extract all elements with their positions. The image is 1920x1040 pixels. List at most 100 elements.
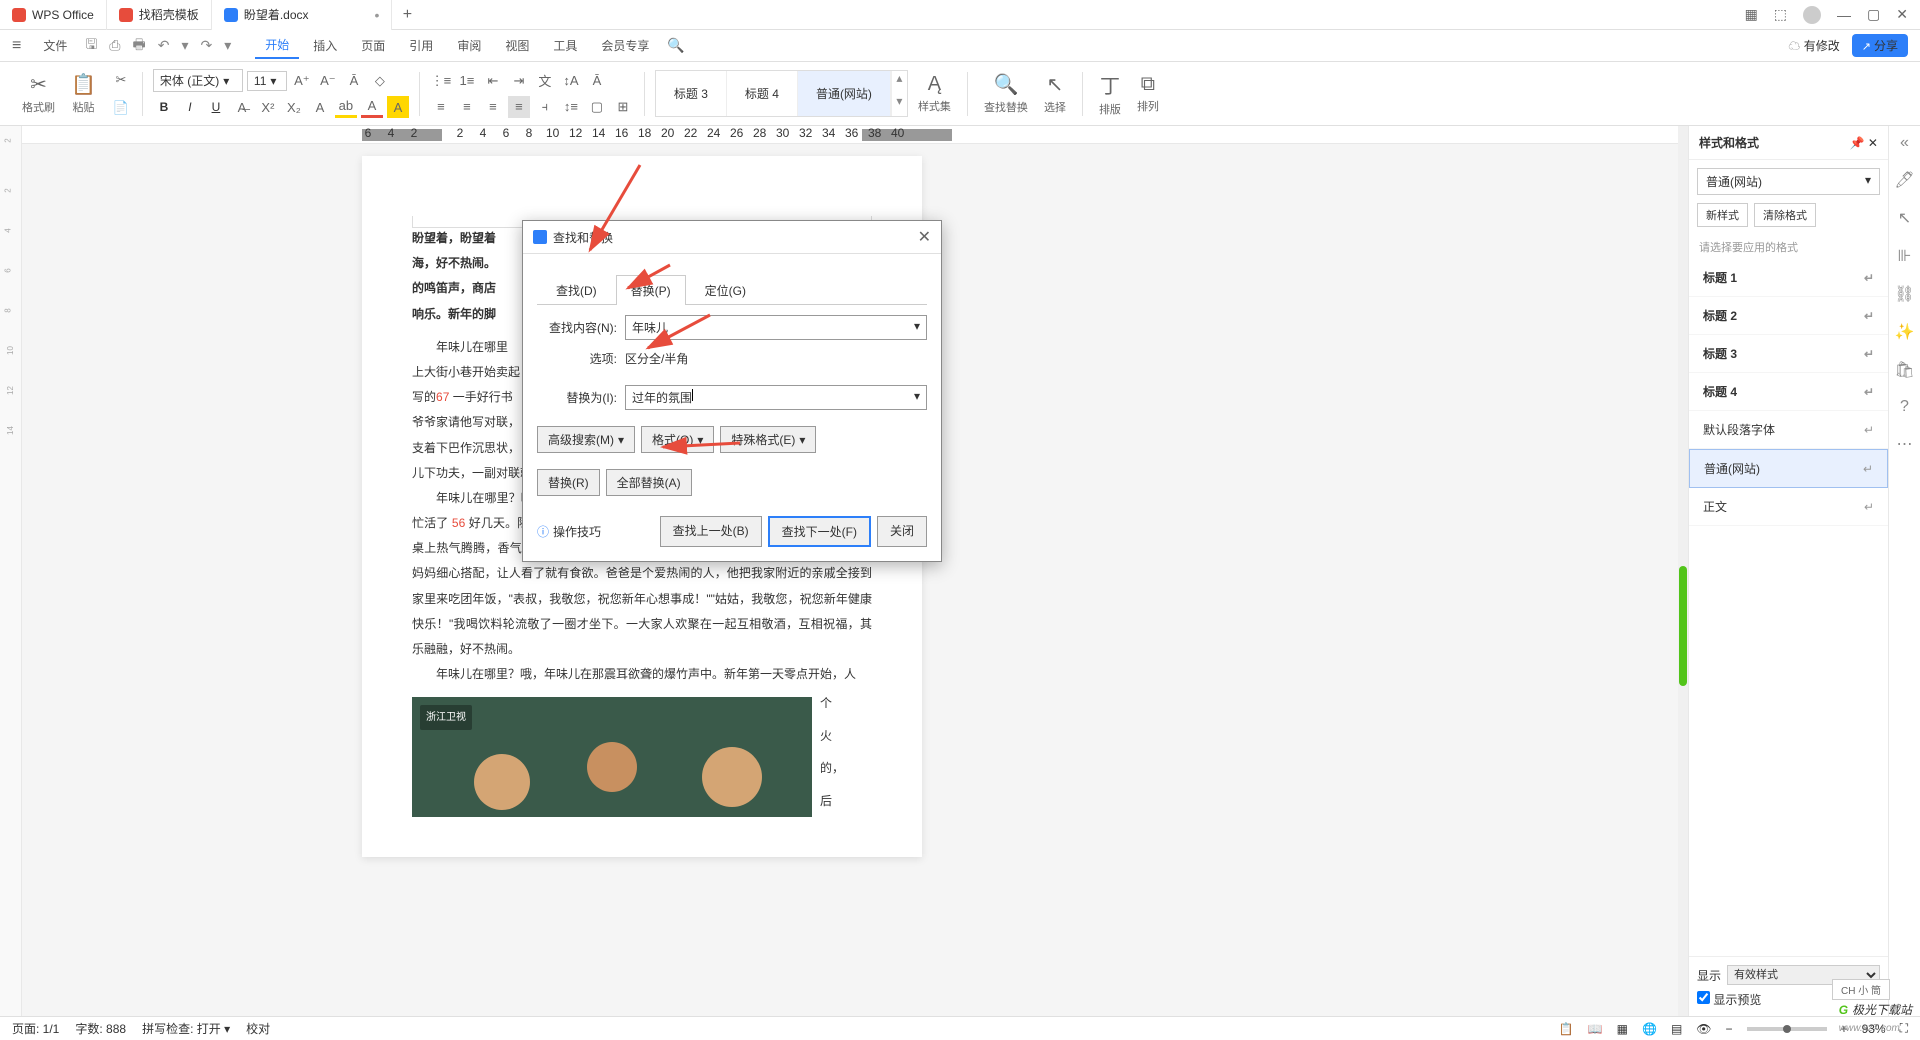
cursor-icon[interactable]: ↖ <box>1898 208 1911 228</box>
embedded-video[interactable]: 浙江卫视 <box>412 697 812 817</box>
replace-button[interactable]: 替换(R) <box>537 469 600 496</box>
eye-icon[interactable]: 👁 <box>1696 1022 1711 1036</box>
reading-view-icon[interactable]: 📖 <box>1588 1022 1603 1036</box>
replace-all-button[interactable]: 全部替换(A) <box>606 469 692 496</box>
word-count[interactable]: 字数: 888 <box>75 1020 126 1037</box>
tab-wps-home[interactable]: WPS Office <box>0 0 107 30</box>
text-effects-icon[interactable]: A <box>309 96 331 118</box>
paste-mode-icon[interactable]: 📋 <box>1559 1022 1574 1036</box>
preview-checkbox[interactable]: 显示预览 <box>1697 993 1761 1007</box>
search-icon[interactable]: 🔍 <box>663 33 688 58</box>
current-style-dropdown[interactable]: 普通(网站)▾ <box>1697 168 1880 195</box>
font-size-select[interactable]: 11▾ <box>247 71 287 91</box>
close-button[interactable]: ✕ <box>1896 6 1908 23</box>
spell-check-status[interactable]: 拼写检查: 打开 ▾ <box>142 1020 230 1037</box>
tab-replace[interactable]: 替换(P) <box>616 275 686 305</box>
web-layout-icon[interactable]: 🌐 <box>1642 1022 1657 1036</box>
tab-find[interactable]: 查找(D) <box>541 275 612 305</box>
menu-page[interactable]: 页面 <box>351 33 395 58</box>
share-button[interactable]: ↗ 分享 <box>1852 34 1908 57</box>
align-center-icon[interactable]: ≡ <box>456 96 478 118</box>
borders-icon[interactable]: ⊞ <box>612 96 634 118</box>
find-replace-group[interactable]: 🔍查找替换 <box>978 72 1034 115</box>
spacing-icon[interactable]: ↕≡ <box>560 96 582 118</box>
superscript-icon[interactable]: X² <box>257 96 279 118</box>
menu-tools[interactable]: 工具 <box>543 33 587 58</box>
find-next-button[interactable]: 查找下一处(F) <box>768 516 871 547</box>
font-color-icon[interactable]: A <box>361 96 383 118</box>
tab-templates[interactable]: 找稻壳模板 <box>107 0 212 30</box>
special-format-button[interactable]: 特殊格式(E) ▾ <box>720 426 816 453</box>
style-item[interactable]: 普通(网站)↵ <box>1689 449 1888 488</box>
bag-icon[interactable]: 🛍 <box>1894 360 1914 380</box>
align-right-icon[interactable]: ≡ <box>482 96 504 118</box>
undo-icon[interactable]: ↶ <box>154 33 174 58</box>
menu-file[interactable]: 文件 <box>33 33 77 58</box>
advanced-search-button[interactable]: 高级搜索(M) ▾ <box>537 426 635 453</box>
justify-icon[interactable]: ≡ <box>508 96 530 118</box>
normal-web-style[interactable]: 普通(网站) <box>798 71 891 116</box>
pin-icon[interactable]: 📌 ✕ <box>1850 136 1878 150</box>
print-icon[interactable]: ⎙ <box>105 33 124 58</box>
align-icon[interactable]: ⊪ <box>1898 246 1912 266</box>
format-painter-group[interactable]: ✂格式刷 <box>16 72 61 115</box>
italic-icon[interactable]: I <box>179 96 201 118</box>
new-tab-button[interactable]: + <box>392 6 422 24</box>
text-direction-icon[interactable]: 文 <box>534 70 556 92</box>
style-item[interactable]: 标题 1↵ <box>1689 259 1888 297</box>
help-icon[interactable]: ? <box>1900 398 1909 416</box>
cut-icon[interactable]: ✂ <box>110 69 132 91</box>
heading-3-style[interactable]: 标题 3 <box>656 71 727 116</box>
replace-input[interactable]: 过年的氛围▾ <box>625 385 927 410</box>
decrease-indent-icon[interactable]: ⇤ <box>482 70 504 92</box>
copy-icon[interactable]: 📄 <box>110 97 132 119</box>
avatar-icon[interactable] <box>1803 6 1821 24</box>
underline-icon[interactable]: U <box>205 96 227 118</box>
style-item[interactable]: 标题 2↵ <box>1689 297 1888 335</box>
style-item[interactable]: 正文↵ <box>1689 488 1888 526</box>
styles-scrollbar[interactable] <box>1678 126 1688 1016</box>
paste-group[interactable]: 📋粘贴 <box>65 72 102 115</box>
heading-4-style[interactable]: 标题 4 <box>727 71 798 116</box>
line-spacing-icon[interactable]: ↕A <box>560 70 582 92</box>
style-set-group[interactable]: Ą样式集 <box>912 73 957 114</box>
change-case-icon[interactable]: Ā <box>343 70 365 92</box>
sparkle-icon[interactable]: ✨ <box>1895 322 1915 342</box>
menu-view[interactable]: 视图 <box>495 33 539 58</box>
page-indicator[interactable]: 页面: 1/1 <box>12 1020 59 1037</box>
undo-dropdown-icon[interactable]: ▾ <box>177 33 192 58</box>
font-name-select[interactable]: 宋体 (正文)▾ <box>153 69 243 92</box>
zoom-slider[interactable] <box>1747 1027 1827 1031</box>
tab-goto[interactable]: 定位(G) <box>690 275 761 305</box>
find-prev-button[interactable]: 查找上一处(B) <box>660 516 762 547</box>
print-layout-icon[interactable]: ▦ <box>1617 1022 1628 1036</box>
save-icon[interactable]: 🖫 <box>81 30 101 62</box>
clear-format-icon[interactable]: ◇ <box>369 70 391 92</box>
hamburger-icon[interactable]: ≡ <box>12 37 21 55</box>
redo-icon[interactable]: ↷ <box>196 33 216 58</box>
style-item[interactable]: 标题 4↵ <box>1689 373 1888 411</box>
increase-indent-icon[interactable]: ⇥ <box>508 70 530 92</box>
numbering-icon[interactable]: 1≡ <box>456 70 478 92</box>
tips-link[interactable]: ⓘ 操作技巧 <box>537 523 601 540</box>
style-item[interactable]: 标题 3↵ <box>1689 335 1888 373</box>
distribute-icon[interactable]: ⫞ <box>534 96 556 118</box>
cube-icon[interactable]: ⬚ <box>1774 6 1787 23</box>
format-button[interactable]: 格式(O) ▾ <box>641 426 714 453</box>
sort-group[interactable]: ⧉排列 <box>1131 73 1165 114</box>
align-left-icon[interactable]: ≡ <box>430 96 452 118</box>
select-group[interactable]: ↖选择 <box>1038 72 1072 115</box>
bullets-icon[interactable]: ⋮≡ <box>430 70 452 92</box>
new-style-button[interactable]: 新样式 <box>1697 203 1748 227</box>
collapse-icon[interactable]: « <box>1900 134 1909 152</box>
minimize-button[interactable]: — <box>1837 7 1851 23</box>
find-input[interactable]: 年味儿▾ <box>625 315 927 340</box>
strikethrough-icon[interactable]: A̶ <box>231 96 253 118</box>
outline-view-icon[interactable]: ▤ <box>1671 1022 1682 1036</box>
menu-member[interactable]: 会员专享 <box>591 33 659 58</box>
menu-review[interactable]: 审阅 <box>447 33 491 58</box>
increase-font-icon[interactable]: A⁺ <box>291 70 313 92</box>
maximize-button[interactable]: ▢ <box>1867 6 1880 23</box>
layout-icon[interactable]: ▦ <box>1745 6 1758 23</box>
menu-insert[interactable]: 插入 <box>303 33 347 58</box>
